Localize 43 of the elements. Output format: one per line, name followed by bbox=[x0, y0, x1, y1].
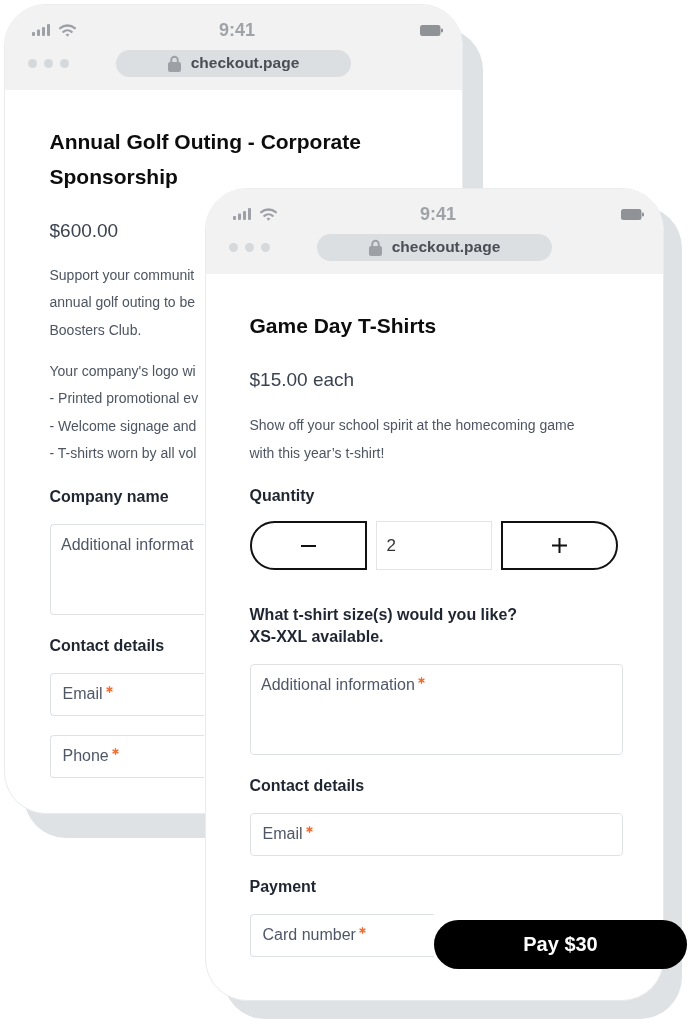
textarea-field[interactable]: Additional informat bbox=[49, 524, 204, 615]
form-label: Company name bbox=[49, 487, 169, 507]
product-description: Your company's logo wi - Printed promotional ev - Welcome signage and - T-shirts worn by all vol bbox=[49, 361, 199, 463]
input-field[interactable]: Email bbox=[49, 673, 204, 716]
dot-icon bbox=[59, 58, 69, 68]
lock-icon bbox=[167, 54, 181, 72]
product-price: $15.00 each bbox=[249, 367, 355, 392]
dot-icon bbox=[228, 242, 238, 252]
product-description: Show off your school spirit at the homecoming game with this year’s t-shirt! bbox=[249, 415, 576, 463]
decrease-button[interactable] bbox=[249, 521, 367, 570]
address-bar[interactable]: checkout.page bbox=[116, 49, 351, 77]
product-price: $600.00 bbox=[49, 218, 119, 243]
wifi-icon bbox=[58, 23, 76, 37]
battery-icon bbox=[620, 208, 644, 220]
input-field[interactable]: Card number bbox=[249, 913, 434, 957]
product-description: Support your communit annual golf outing to be Boosters Club. bbox=[49, 265, 196, 340]
battery-icon bbox=[419, 24, 443, 36]
form-label: Payment bbox=[249, 876, 317, 897]
form-label: What t-shirt size(s) would you like? XS-XXL available. bbox=[249, 604, 518, 647]
form-label: Contact details bbox=[49, 636, 165, 656]
minus-icon bbox=[300, 544, 316, 547]
dot-icon bbox=[27, 58, 37, 68]
signal-icon bbox=[31, 24, 50, 36]
plus-icon bbox=[551, 538, 567, 553]
increase-button[interactable] bbox=[500, 521, 618, 570]
pay-button[interactable]: Pay $30 bbox=[434, 920, 687, 969]
address-bar[interactable]: checkout.page bbox=[317, 233, 552, 261]
textarea-field[interactable]: Additional information bbox=[249, 663, 623, 755]
dot-icon bbox=[43, 58, 53, 68]
lock-icon bbox=[368, 238, 382, 256]
input-field[interactable]: Phone bbox=[49, 735, 204, 778]
dot-icon bbox=[260, 242, 270, 252]
form-label: Contact details bbox=[249, 775, 365, 796]
form-label: Quantity bbox=[249, 486, 315, 506]
status-time: 9:41 bbox=[420, 204, 456, 224]
product-title: Game Day T-Shirts bbox=[249, 313, 437, 339]
input-field[interactable]: Email bbox=[249, 812, 623, 856]
dot-icon bbox=[244, 242, 254, 252]
status-time: 9:41 bbox=[219, 20, 255, 40]
quantity-field[interactable]: 2 bbox=[375, 521, 492, 570]
signal-icon bbox=[232, 208, 251, 220]
product-title: Annual Golf Outing - Corporate Sponsorship bbox=[49, 129, 362, 190]
wifi-icon bbox=[259, 207, 277, 221]
